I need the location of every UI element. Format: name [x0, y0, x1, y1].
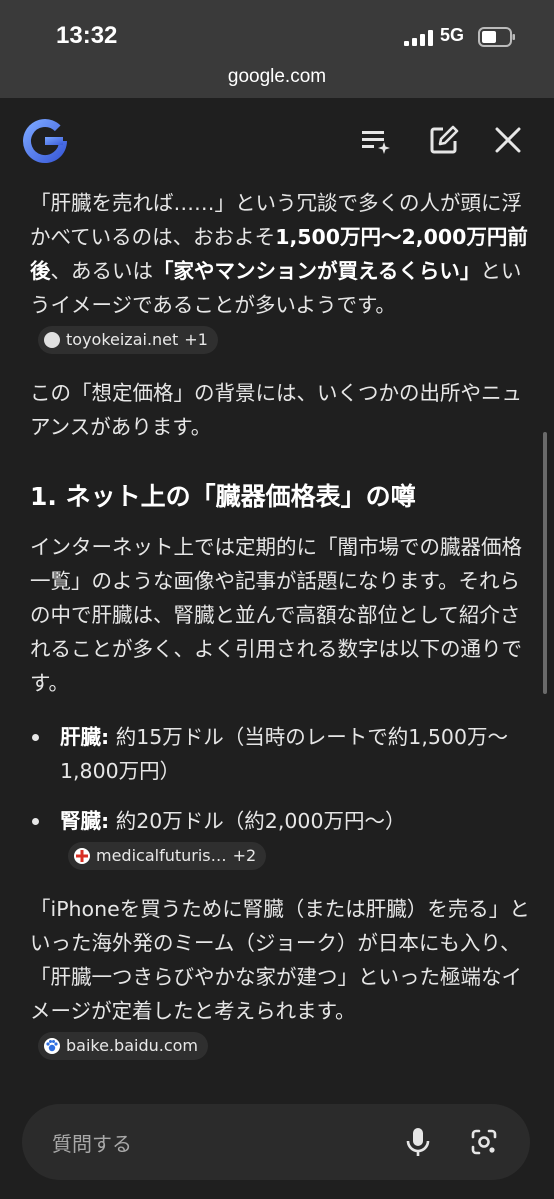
google-g-logo — [23, 119, 68, 164]
list-item: 肝臓: 約15万ドル（当時のレートで約1,500万〜1,800万円） — [30, 720, 530, 788]
list-item-term: 肝臓: — [60, 725, 110, 749]
list-item-text: 約20万ドル（約2,000万円〜） — [109, 809, 406, 833]
paragraph-intro: 「肝臓を売れば……」という冗談で多くの人が頭に浮かべているのは、おおよそ1,50… — [30, 186, 530, 356]
source-chip-medicalfuturist[interactable]: medicalfuturis… +2 — [68, 842, 267, 870]
paw-icon — [44, 1038, 60, 1054]
close-icon[interactable] — [492, 124, 524, 156]
paragraph-background: この「想定価格」の背景には、いくつかの出所やニュアンスがあります。 — [30, 381, 522, 439]
ask-input[interactable]: 質問する — [52, 1128, 132, 1157]
status-time: 13:32 — [56, 22, 118, 49]
mic-icon[interactable] — [404, 1126, 432, 1158]
list-item-text: 約15万ドル（当時のレートで約1,500万〜1,800万円） — [60, 725, 508, 783]
globe-icon — [44, 332, 60, 348]
playlist-sparkle-icon[interactable] — [360, 124, 392, 156]
red-cross-icon — [74, 848, 90, 864]
list-item-term: 腎臓: — [60, 809, 110, 833]
lens-icon[interactable] — [470, 1128, 498, 1156]
ask-bar[interactable]: 質問する — [22, 1104, 530, 1180]
battery-icon — [478, 27, 515, 47]
source-chip-count: +1 — [184, 330, 208, 349]
source-chip-label: medicalfuturis… — [96, 846, 227, 865]
browser-top-bar: 13:32 5G google.com — [0, 0, 554, 98]
list-item: 腎臓: 約20万ドル（約2,000万円〜） medicalfuturis… +2 — [30, 804, 530, 872]
bold-house-phrase: 「家やマンションが買えるくらい」 — [153, 259, 481, 283]
edit-note-icon[interactable] — [428, 124, 460, 156]
signal-icon — [404, 30, 433, 46]
source-chip-count: +2 — [232, 846, 257, 865]
source-chip-label: toyokeizai.net — [66, 330, 179, 349]
network-type: 5G — [440, 25, 465, 45]
scrollbar[interactable] — [543, 432, 547, 694]
text-span: 、あるいは — [50, 259, 154, 283]
source-chip-baidu[interactable]: baike.baidu.com — [38, 1032, 208, 1060]
section-heading: 1. ネット上の「臓器価格表」の噂 — [30, 482, 416, 511]
paragraph-meme: 「iPhoneを買うために腎臓（または肝臓）を売る」といった海外発のミーム（ジョ… — [30, 892, 530, 1062]
price-list: 肝臓: 約15万ドル（当時のレートで約1,500万〜1,800万円） 腎臓: 約… — [30, 720, 530, 872]
source-chip-toyokeizai[interactable]: toyokeizai.net +1 — [38, 326, 218, 354]
address-bar-url[interactable]: google.com — [0, 66, 554, 88]
status-bar: 13:32 5G — [0, 0, 554, 60]
text-span: 「iPhoneを買うために腎臓（または肝臓）を売る」といった海外発のミーム（ジョ… — [30, 897, 530, 1023]
source-chip-label: baike.baidu.com — [66, 1036, 198, 1055]
assistant-toolbar — [0, 98, 554, 182]
answer-content: 「肝臓を売れば……」という冗談で多くの人が頭に浮かべているのは、おおよそ1,50… — [30, 186, 530, 1082]
paragraph-organ-prices: インターネット上では定期的に「闇市場での臓器価格一覧」のような画像や記事が話題に… — [30, 535, 522, 695]
